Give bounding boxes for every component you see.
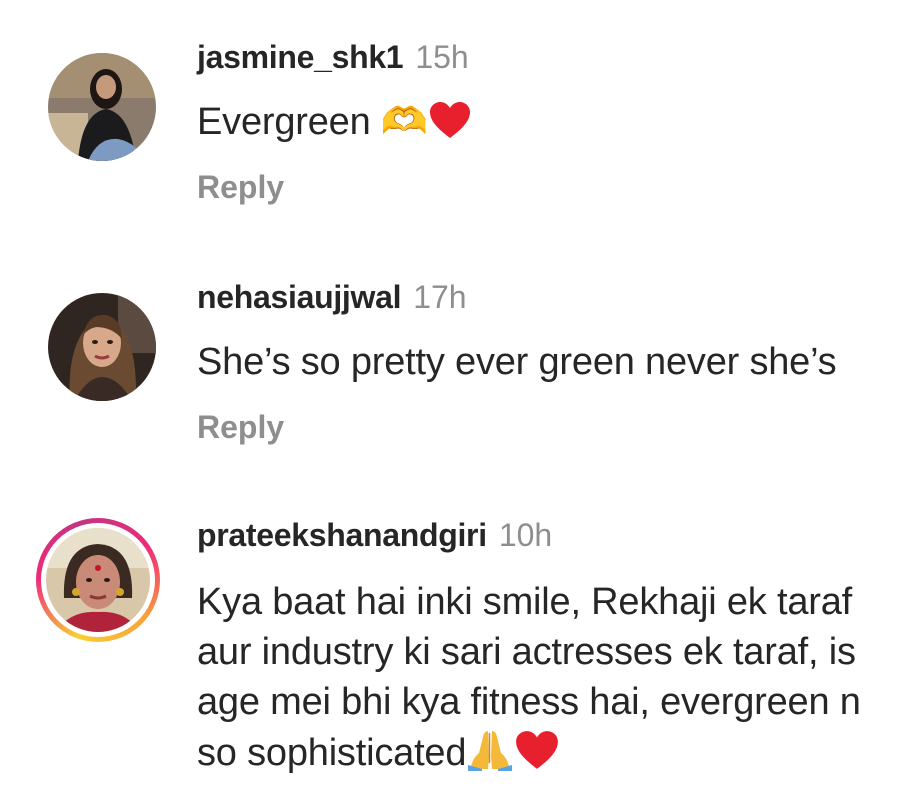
avatar[interactable]	[48, 53, 156, 161]
username-link[interactable]: jasmine_shk1	[197, 39, 404, 75]
profile-photo-icon	[46, 528, 150, 632]
comment-text: Kya baat hai inki smile, Rekhaji ek tara…	[197, 577, 897, 784]
avatar-story-ring[interactable]	[36, 518, 160, 642]
profile-photo-icon	[48, 293, 156, 401]
username-link[interactable]: prateekshanandgiri	[197, 517, 487, 553]
avatar-image	[48, 293, 156, 401]
folded-hands-icon	[466, 727, 514, 784]
avatar-image	[48, 53, 156, 161]
comment-text: She’s so pretty ever green never she’s	[197, 337, 897, 387]
heart-icon	[428, 100, 472, 153]
reply-button[interactable]: Reply	[197, 407, 284, 447]
comment-text: Evergreen 🫶	[197, 97, 897, 153]
avatar[interactable]	[48, 293, 156, 401]
comment-meta: jasmine_shk1 15h	[197, 37, 469, 77]
profile-photo-icon	[48, 53, 156, 161]
comment-item: prateekshanandgiri 10h Kya baat hai inki …	[0, 480, 924, 788]
comment-text-content: Evergreen 🫶	[197, 101, 428, 143]
comment-item: nehasiaujjwal 17h She’s so pretty ever gr…	[0, 240, 924, 480]
comment-text-content: She’s so pretty ever green never she’s	[197, 341, 837, 383]
avatar-image	[46, 528, 150, 632]
reply-button[interactable]: Reply	[197, 167, 284, 207]
comment-meta: nehasiaujjwal 17h	[197, 277, 467, 317]
timestamp: 15h	[415, 39, 469, 75]
timestamp: 17h	[413, 279, 467, 315]
comment-item: jasmine_shk1 15h Evergreen 🫶 Reply	[0, 0, 924, 240]
comment-meta: prateekshanandgiri 10h	[197, 515, 552, 555]
heart-icon	[514, 729, 560, 784]
timestamp: 10h	[498, 517, 553, 553]
username-link[interactable]: nehasiaujjwal	[197, 279, 401, 315]
